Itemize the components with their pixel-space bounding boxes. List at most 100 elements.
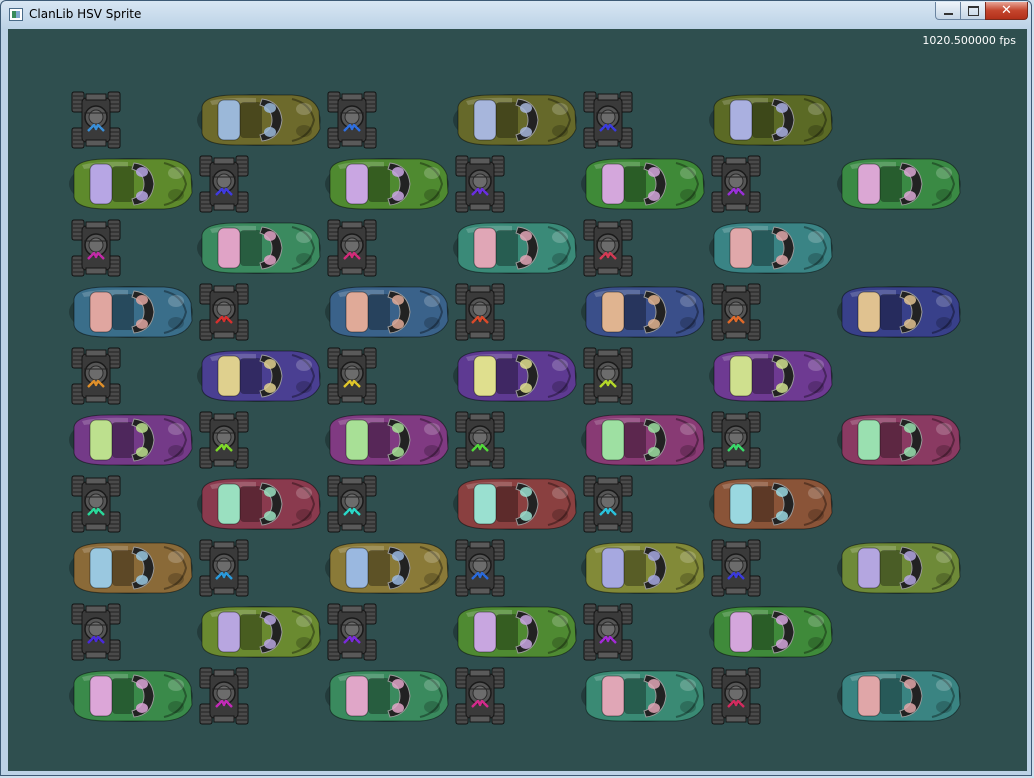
car-icon (837, 414, 961, 466)
car-icon (325, 542, 449, 594)
car-sprite (452, 347, 578, 405)
buggy-icon (455, 667, 505, 725)
buggy-sprite (70, 473, 122, 535)
car-sprite (836, 667, 962, 725)
car-icon (197, 350, 321, 402)
car-sprite (708, 91, 834, 149)
car-icon (581, 542, 705, 594)
car-icon (709, 222, 833, 274)
car-sprite (452, 219, 578, 277)
buggy-sprite (710, 409, 762, 471)
car-icon (837, 286, 961, 338)
car-icon (581, 286, 705, 338)
car-icon (69, 158, 193, 210)
buggy-icon (711, 155, 761, 213)
car-icon (325, 414, 449, 466)
buggy-sprite (198, 665, 250, 727)
car-sprite (324, 283, 450, 341)
buggy-icon (455, 539, 505, 597)
window-title: ClanLib HSV Sprite (29, 7, 142, 21)
car-sprite (324, 667, 450, 725)
buggy-icon (583, 347, 633, 405)
car-sprite (324, 155, 450, 213)
car-icon (197, 94, 321, 146)
maximize-button[interactable] (960, 2, 986, 20)
car-icon (709, 606, 833, 658)
buggy-icon (327, 219, 377, 277)
maximize-icon (967, 5, 979, 16)
car-sprite (68, 411, 194, 469)
title-bar[interactable]: ClanLib HSV Sprite ✕ (1, 1, 1031, 29)
car-icon (453, 94, 577, 146)
car-sprite (708, 347, 834, 405)
car-sprite (196, 347, 322, 405)
car-icon (581, 158, 705, 210)
buggy-sprite (70, 601, 122, 663)
buggy-icon (199, 539, 249, 597)
buggy-icon (711, 283, 761, 341)
buggy-sprite (454, 153, 506, 215)
app-window: ClanLib HSV Sprite ✕ 1020.500000 fps (0, 0, 1032, 776)
car-icon (325, 158, 449, 210)
car-icon (69, 286, 193, 338)
buggy-sprite (326, 601, 378, 663)
buggy-sprite (326, 473, 378, 535)
car-icon (69, 414, 193, 466)
buggy-icon (583, 603, 633, 661)
buggy-sprite (582, 89, 634, 151)
buggy-sprite (710, 153, 762, 215)
buggy-icon (455, 411, 505, 469)
buggy-icon (583, 219, 633, 277)
buggy-icon (455, 283, 505, 341)
car-sprite (836, 283, 962, 341)
buggy-icon (199, 283, 249, 341)
car-sprite (68, 539, 194, 597)
buggy-icon (199, 411, 249, 469)
buggy-icon (71, 603, 121, 661)
buggy-icon (711, 411, 761, 469)
buggy-sprite (582, 473, 634, 535)
car-sprite (324, 411, 450, 469)
game-canvas[interactable]: 1020.500000 fps (8, 29, 1027, 771)
car-icon (325, 286, 449, 338)
car-icon (453, 350, 577, 402)
fps-counter: 1020.500000 fps (922, 34, 1016, 47)
buggy-sprite (70, 217, 122, 279)
buggy-sprite (582, 601, 634, 663)
close-button[interactable]: ✕ (985, 2, 1028, 20)
car-sprite (580, 667, 706, 725)
buggy-sprite (710, 537, 762, 599)
car-sprite (196, 219, 322, 277)
buggy-icon (327, 347, 377, 405)
car-icon (453, 222, 577, 274)
buggy-icon (199, 155, 249, 213)
buggy-sprite (198, 153, 250, 215)
buggy-icon (71, 219, 121, 277)
buggy-sprite (198, 537, 250, 599)
buggy-sprite (198, 281, 250, 343)
buggy-icon (583, 475, 633, 533)
car-icon (453, 606, 577, 658)
car-icon (837, 542, 961, 594)
minimize-button[interactable] (935, 2, 961, 20)
car-icon (709, 478, 833, 530)
buggy-icon (327, 603, 377, 661)
buggy-icon (711, 539, 761, 597)
car-icon (69, 542, 193, 594)
car-sprite (452, 603, 578, 661)
car-sprite (708, 219, 834, 277)
app-icon[interactable] (9, 8, 23, 21)
car-icon (197, 222, 321, 274)
car-sprite (708, 475, 834, 533)
car-icon (325, 670, 449, 722)
minimize-icon (943, 12, 953, 15)
car-sprite (452, 91, 578, 149)
buggy-sprite (710, 281, 762, 343)
buggy-icon (327, 475, 377, 533)
car-sprite (68, 667, 194, 725)
car-sprite (836, 411, 962, 469)
car-sprite (580, 155, 706, 213)
car-icon (197, 478, 321, 530)
car-icon (837, 670, 961, 722)
car-icon (837, 158, 961, 210)
